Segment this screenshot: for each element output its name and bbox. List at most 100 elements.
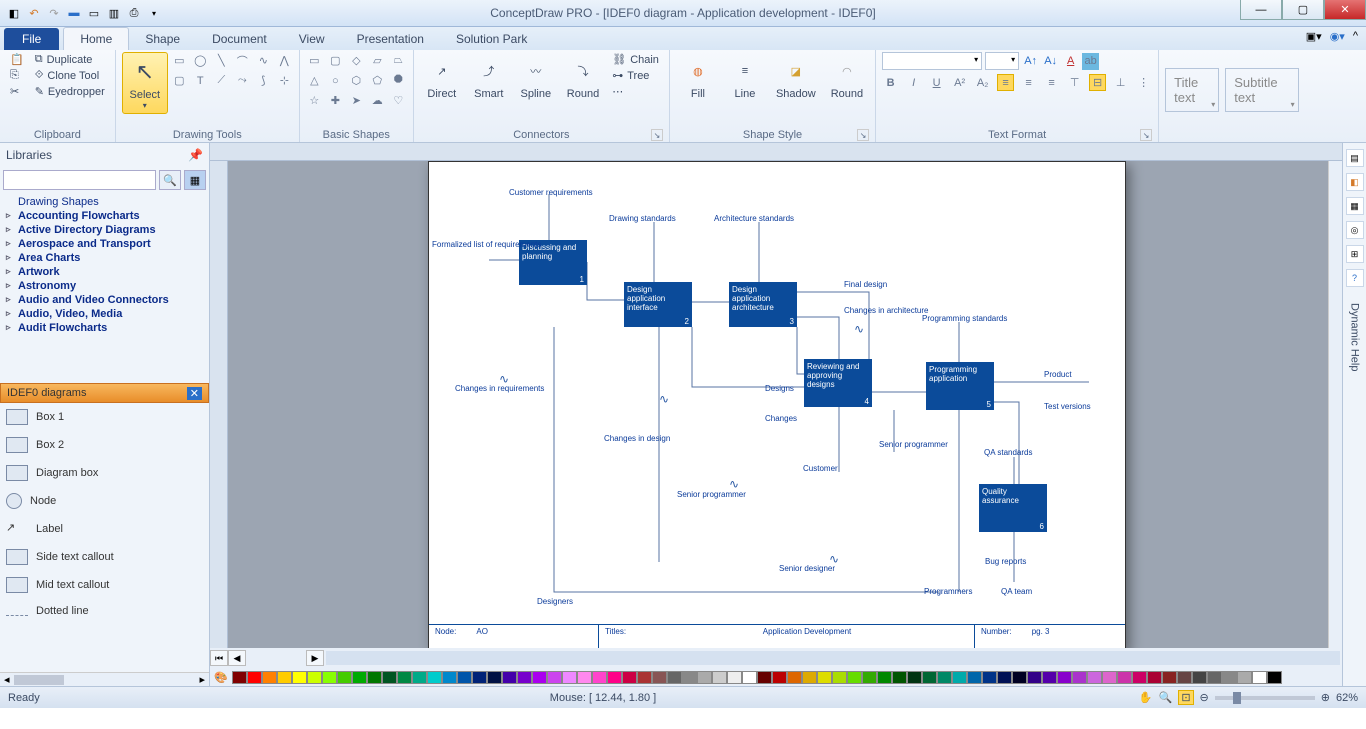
tool-connector-icon[interactable]: ⟋ bbox=[213, 72, 230, 89]
round-button[interactable]: ◠Round bbox=[825, 52, 869, 103]
color-swatch[interactable] bbox=[937, 671, 952, 684]
color-swatch[interactable] bbox=[1207, 671, 1222, 684]
shape-trap-icon[interactable]: ⏢ bbox=[390, 52, 407, 69]
conn-more-button[interactable]: ⋯ bbox=[608, 84, 663, 99]
line-button[interactable]: ≡Line bbox=[723, 52, 767, 103]
spline-connector-button[interactable]: 〰Spline bbox=[514, 52, 558, 103]
palette-picker-icon[interactable]: 🎨 bbox=[214, 671, 228, 684]
tree-item[interactable]: Astronomy bbox=[4, 279, 205, 293]
dialog-launcher2-icon[interactable]: ↘ bbox=[857, 129, 869, 141]
qat-open-icon[interactable]: ▥ bbox=[106, 5, 122, 21]
color-swatch[interactable] bbox=[742, 671, 757, 684]
dialog-launcher-icon[interactable]: ↘ bbox=[651, 129, 663, 141]
shape-oct-icon[interactable]: ⯃ bbox=[390, 72, 407, 89]
qat-undo-icon[interactable]: ↶ bbox=[26, 5, 42, 21]
tree-item[interactable]: Area Charts bbox=[4, 251, 205, 265]
diagram-box[interactable]: Reviewing and approving designs4 bbox=[804, 359, 872, 407]
color-swatch[interactable] bbox=[292, 671, 307, 684]
shape-pent-icon[interactable]: ⬠ bbox=[369, 72, 386, 89]
tool-ellipse-icon[interactable]: ◯ bbox=[192, 52, 209, 69]
color-swatch[interactable] bbox=[397, 671, 412, 684]
tree-item[interactable]: Drawing Shapes bbox=[4, 195, 205, 209]
color-swatch[interactable] bbox=[877, 671, 892, 684]
align-center-button[interactable]: ≡ bbox=[1020, 74, 1037, 91]
zoom-out-button[interactable]: ⊖ bbox=[1200, 691, 1209, 704]
tab-solution-park[interactable]: Solution Park bbox=[440, 28, 543, 50]
color-swatch[interactable] bbox=[532, 671, 547, 684]
color-swatch[interactable] bbox=[307, 671, 322, 684]
color-swatch[interactable] bbox=[1237, 671, 1252, 684]
rs-btn3[interactable]: ▦ bbox=[1346, 197, 1364, 215]
color-swatch[interactable] bbox=[952, 671, 967, 684]
shape-diamond-icon[interactable]: ◇ bbox=[348, 52, 365, 69]
color-swatch[interactable] bbox=[1132, 671, 1147, 684]
align-mid-button[interactable]: ⊟ bbox=[1089, 74, 1106, 91]
color-swatch[interactable] bbox=[1117, 671, 1132, 684]
active-library-tab[interactable]: IDEF0 diagrams ✕ bbox=[0, 383, 209, 403]
diagram-box[interactable]: Design application architecture3 bbox=[729, 282, 797, 327]
color-swatch[interactable] bbox=[772, 671, 787, 684]
color-swatch[interactable] bbox=[457, 671, 472, 684]
color-swatch[interactable] bbox=[577, 671, 592, 684]
color-swatch[interactable] bbox=[787, 671, 802, 684]
tab-next-button[interactable]: ▶ bbox=[306, 650, 324, 666]
color-swatch[interactable] bbox=[862, 671, 877, 684]
lib-item[interactable]: Node bbox=[0, 487, 209, 515]
cut-button[interactable]: ✂ bbox=[6, 84, 28, 99]
color-swatch[interactable] bbox=[277, 671, 292, 684]
close-lib-icon[interactable]: ✕ bbox=[187, 387, 202, 400]
lib-item[interactable]: Dotted line bbox=[0, 599, 209, 623]
color-swatch[interactable] bbox=[802, 671, 817, 684]
subscript-button[interactable]: A₂ bbox=[974, 74, 991, 91]
align-left-button[interactable]: ≡ bbox=[997, 74, 1014, 91]
lib-item[interactable]: Box 1 bbox=[0, 403, 209, 431]
color-swatch[interactable] bbox=[1012, 671, 1027, 684]
maximize-button[interactable]: ▢ bbox=[1282, 0, 1324, 20]
color-swatch[interactable] bbox=[232, 671, 247, 684]
zoom-in-button[interactable]: ⊕ bbox=[1321, 691, 1330, 704]
pan-icon[interactable]: ✋ bbox=[1139, 691, 1153, 704]
fill-button[interactable]: ◍Fill bbox=[676, 52, 720, 103]
font-size-combo[interactable] bbox=[985, 52, 1019, 70]
lib-item[interactable]: Diagram box bbox=[0, 459, 209, 487]
tree-item[interactable]: Audit Flowcharts bbox=[4, 321, 205, 335]
color-swatch[interactable] bbox=[562, 671, 577, 684]
color-swatch[interactable] bbox=[1177, 671, 1192, 684]
duplicate-button[interactable]: ⧉Duplicate bbox=[31, 52, 109, 67]
file-tab[interactable]: File bbox=[4, 28, 59, 50]
color-swatch[interactable] bbox=[547, 671, 562, 684]
color-swatch[interactable] bbox=[727, 671, 742, 684]
color-swatch[interactable] bbox=[1267, 671, 1282, 684]
paste-button[interactable]: 📋 bbox=[6, 52, 28, 67]
tab-shape[interactable]: Shape bbox=[129, 28, 196, 50]
qat-new-icon[interactable]: ▭ bbox=[86, 5, 102, 21]
tool-round-icon[interactable]: ▢ bbox=[171, 72, 188, 89]
bullets-button[interactable]: ⋮ bbox=[1135, 74, 1152, 91]
zoom-slider[interactable] bbox=[1215, 696, 1315, 700]
align-bot-button[interactable]: ⊥ bbox=[1112, 74, 1129, 91]
color-swatch[interactable] bbox=[472, 671, 487, 684]
pin-icon[interactable]: 📌 bbox=[188, 148, 203, 162]
qat-redo-icon[interactable]: ↷ bbox=[46, 5, 62, 21]
color-swatch[interactable] bbox=[712, 671, 727, 684]
superscript-button[interactable]: A² bbox=[951, 74, 968, 91]
color-swatch[interactable] bbox=[847, 671, 862, 684]
rs-btn2[interactable]: ◧ bbox=[1346, 173, 1364, 191]
horizontal-scrollbar[interactable] bbox=[326, 651, 1340, 665]
tree-item[interactable]: Audio, Video, Media bbox=[4, 307, 205, 321]
dialog-launcher3-icon[interactable]: ↘ bbox=[1140, 129, 1152, 141]
color-swatch[interactable] bbox=[637, 671, 652, 684]
color-swatch[interactable] bbox=[262, 671, 277, 684]
zoom-region-icon[interactable]: 🔍 bbox=[1159, 691, 1173, 704]
color-swatch[interactable] bbox=[757, 671, 772, 684]
font-family-combo[interactable] bbox=[882, 52, 982, 70]
color-swatch[interactable] bbox=[337, 671, 352, 684]
search-button[interactable]: 🔍 bbox=[159, 170, 181, 190]
color-swatch[interactable] bbox=[982, 671, 997, 684]
color-swatch[interactable] bbox=[1102, 671, 1117, 684]
direct-connector-button[interactable]: ↗Direct bbox=[420, 52, 464, 103]
align-right-button[interactable]: ≡ bbox=[1043, 74, 1060, 91]
color-swatch[interactable] bbox=[427, 671, 442, 684]
diagram-box[interactable]: Design application interface2 bbox=[624, 282, 692, 327]
tree-item[interactable]: Accounting Flowcharts bbox=[4, 209, 205, 223]
